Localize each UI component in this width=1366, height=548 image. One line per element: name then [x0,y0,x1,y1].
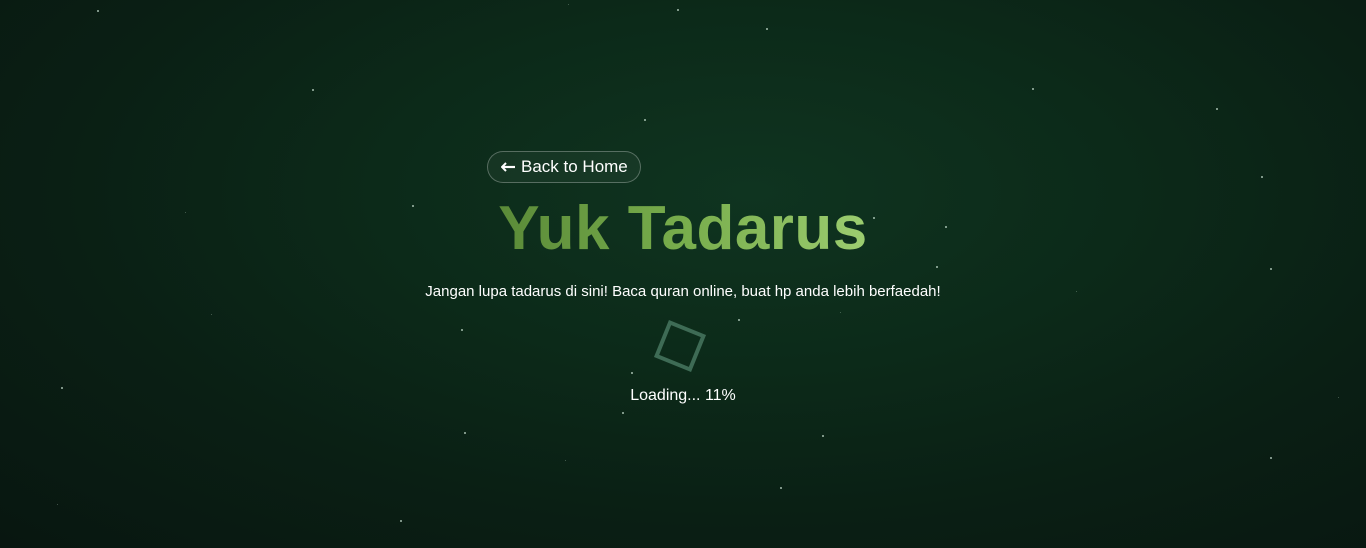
star [766,28,768,30]
star [822,435,824,437]
starfield-background [0,0,1366,548]
star [677,9,679,11]
star [780,487,782,489]
loading-status: Loading... 11% [630,387,736,404]
star [1216,108,1218,110]
star [631,372,633,374]
star [57,504,58,505]
star [312,89,314,91]
page-title: Yuk Tadarus [498,194,868,263]
star [464,432,466,434]
star [211,314,212,315]
loading-square-icon [653,319,713,379]
star [1261,176,1263,178]
back-to-home-button[interactable]: Back to Home [487,151,641,183]
back-to-home-label: Back to Home [521,157,628,176]
star [622,412,624,414]
arrow-left-icon [501,162,516,172]
page-subtitle: Jangan lupa tadarus di sini! Baca quran … [425,283,941,300]
star [461,329,463,331]
star [738,319,740,321]
page-title-wrapper: Yuk Tadarus [0,193,1366,265]
star [936,266,938,268]
star [97,10,99,12]
star [1270,268,1272,270]
star [644,119,646,121]
star [400,520,402,522]
star [840,312,841,313]
star [1270,457,1272,459]
star [568,4,569,5]
star [565,460,566,461]
star [1032,88,1034,90]
